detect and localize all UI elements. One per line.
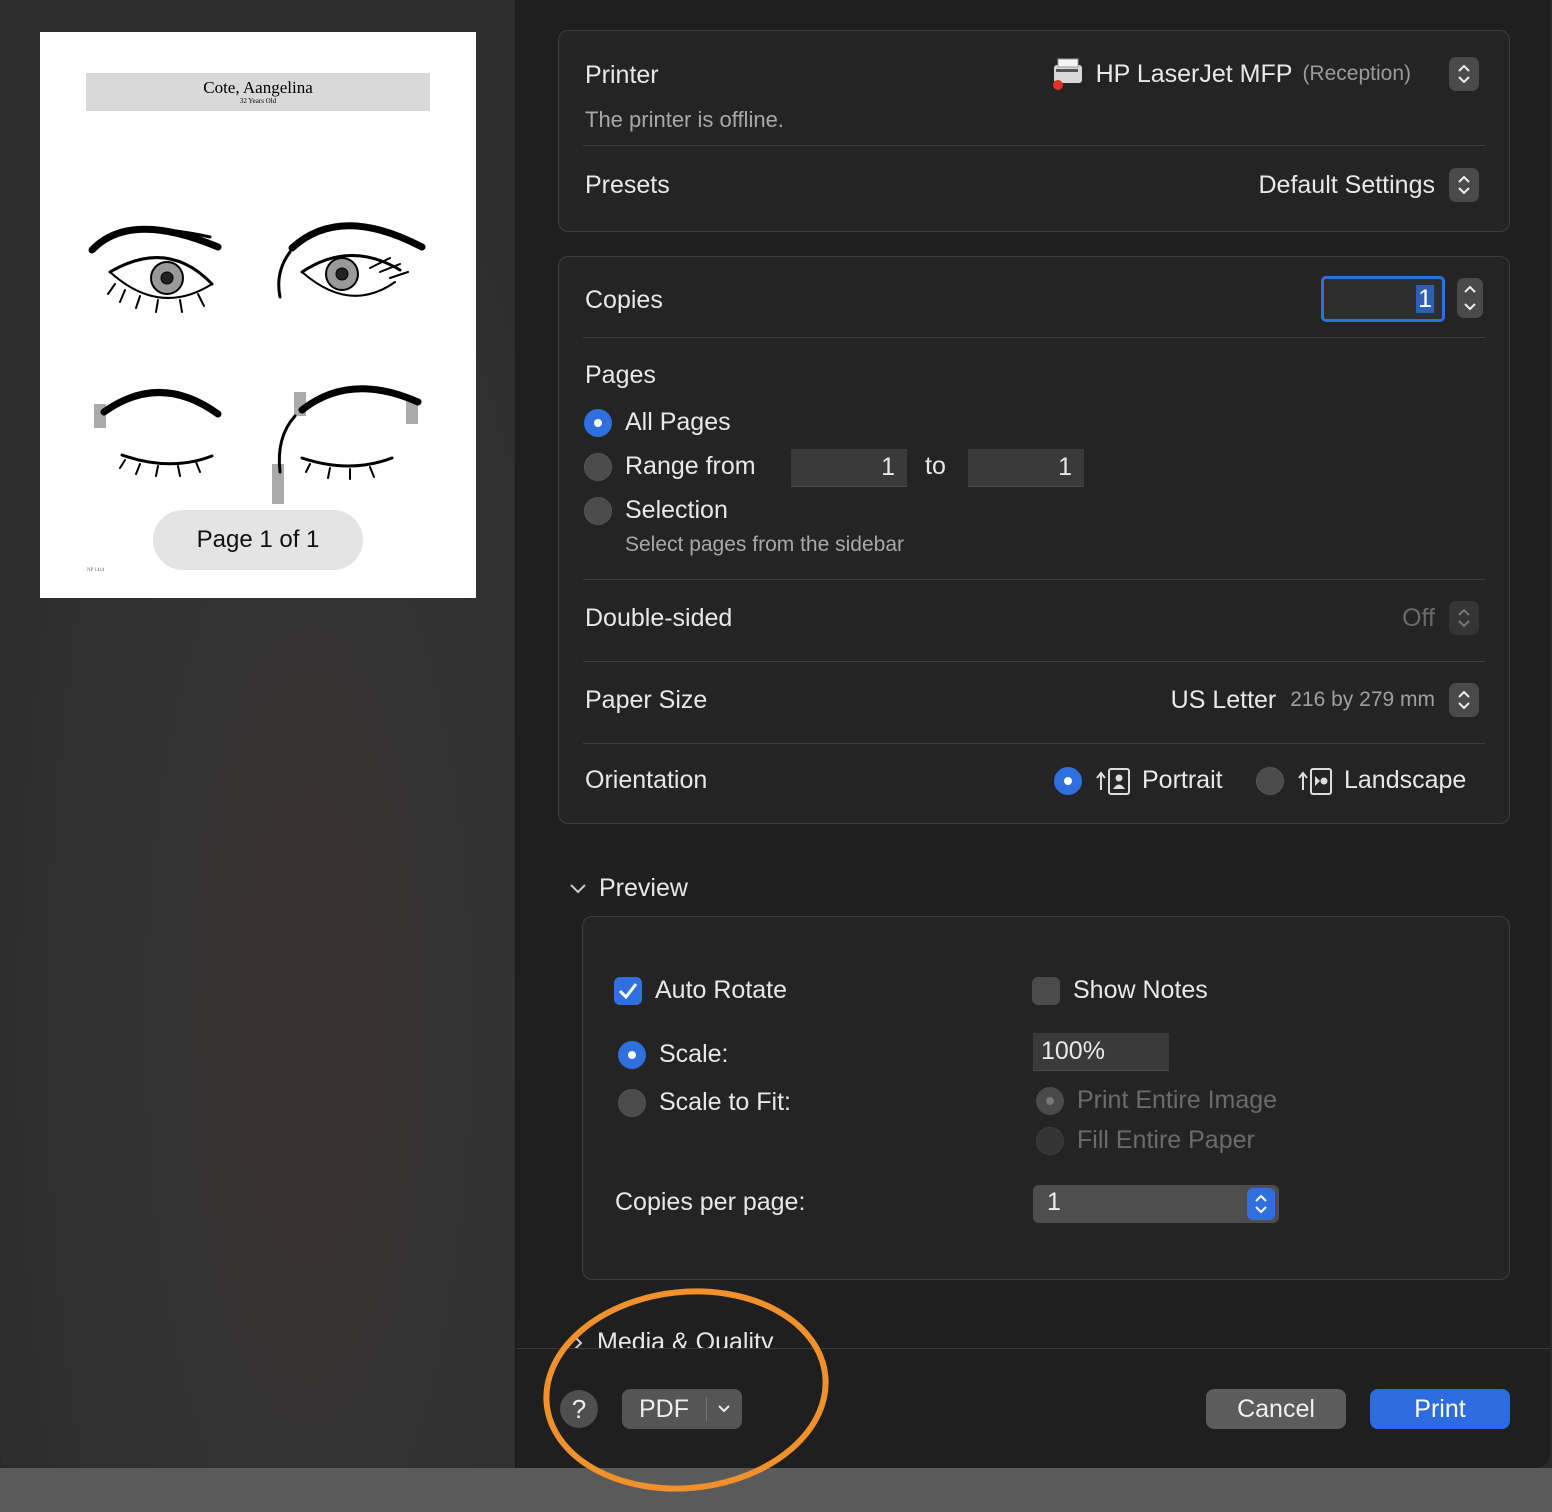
landscape-icon [1298, 768, 1332, 795]
copies-input[interactable]: 1 [1321, 276, 1445, 322]
chevron-down-icon [570, 883, 586, 893]
range-start-field[interactable]: 1 [791, 449, 907, 487]
orientation-label: Orientation [585, 766, 708, 794]
preview-header: Preview [599, 874, 688, 902]
printer-group: Printer HP LaserJet MFP (Reception) The … [558, 30, 1510, 232]
double-sided-popup[interactable]: Off [1402, 601, 1479, 635]
page-indicator: Page 1 of 1 [153, 510, 363, 570]
printer-status: The printer is offline. [585, 107, 784, 132]
divider [583, 337, 1485, 338]
media-quality-disclosure[interactable]: Media & Quality [571, 1328, 773, 1348]
paper-size-value: US Letter [1170, 685, 1277, 714]
presets-label: Presets [585, 171, 670, 199]
open-eye-right-illustration [277, 222, 426, 299]
print-button[interactable]: Print [1370, 1389, 1510, 1429]
presets-popup[interactable]: Default Settings [1258, 168, 1479, 202]
scale-field[interactable]: 100% [1033, 1033, 1169, 1071]
copies-label: Copies [585, 286, 663, 314]
presets-value: Default Settings [1258, 170, 1436, 199]
divider [583, 145, 1485, 146]
range-from-label[interactable]: Range from [625, 452, 756, 481]
pdf-label: PDF [639, 1394, 689, 1423]
open-eye-left-illustration [88, 225, 222, 313]
scale-radio[interactable] [618, 1041, 646, 1069]
scale-to-fit-radio[interactable] [618, 1089, 646, 1117]
print-dialog: Cote, Aangelina 32 Years Old NP 1414 Pag… [0, 0, 1550, 1468]
portrait-radio[interactable] [1054, 767, 1082, 795]
paper-size-popup[interactable]: US Letter 216 by 279 mm [1171, 683, 1479, 717]
media-quality-header: Media & Quality [597, 1328, 774, 1348]
scale-label[interactable]: Scale: [659, 1040, 728, 1069]
landscape-label[interactable]: Landscape [1344, 766, 1466, 795]
dialog-footer: ? PDF Cancel Print [517, 1348, 1550, 1468]
chevron-updown-icon [1247, 1188, 1275, 1220]
chevron-right-icon [573, 1334, 583, 1348]
print-entire-image-radio[interactable] [1036, 1087, 1064, 1115]
selection-label[interactable]: Selection [625, 496, 728, 525]
divider [583, 661, 1485, 662]
show-notes-label[interactable]: Show Notes [1073, 976, 1208, 1005]
preview-options-group: Auto Rotate Show Notes Scale: 100% Scale… [582, 916, 1510, 1280]
copies-per-page-label: Copies per page: [615, 1188, 806, 1216]
selection-hint: Select pages from the sidebar [625, 533, 904, 556]
copies-pages-group: Copies 1 Pages All Pages Range from 1 to… [558, 256, 1510, 824]
pages-label: Pages [585, 361, 656, 389]
stepper-arrows-icon [1464, 285, 1476, 311]
chevron-updown-icon [1449, 601, 1479, 635]
range-radio[interactable] [584, 453, 612, 481]
auto-rotate-label[interactable]: Auto Rotate [655, 976, 787, 1005]
copies-per-page-popup[interactable]: 1 [1033, 1185, 1279, 1223]
landscape-radio[interactable] [1256, 767, 1284, 795]
chevron-updown-icon [1449, 683, 1479, 717]
chevron-updown-icon [1449, 168, 1479, 202]
print-entire-image-label[interactable]: Print Entire Image [1077, 1086, 1277, 1115]
pdf-menu-button[interactable]: PDF [622, 1389, 742, 1429]
double-sided-value: Off [1402, 603, 1435, 632]
selection-radio[interactable] [584, 497, 612, 525]
fill-entire-paper-radio[interactable] [1036, 1127, 1064, 1155]
desktop-background [0, 1468, 1552, 1512]
portrait-icon [1096, 768, 1130, 795]
copies-per-page-value: 1 [1047, 1188, 1061, 1216]
cancel-button[interactable]: Cancel [1206, 1389, 1346, 1429]
printer-label: Printer [585, 61, 659, 89]
paper-size-label: Paper Size [585, 686, 708, 714]
double-sided-label: Double-sided [585, 604, 733, 632]
thumbnail-footer: NP 1414 [87, 568, 105, 573]
scale-to-fit-label[interactable]: Scale to Fit: [659, 1088, 791, 1117]
preview-disclosure[interactable]: Preview [569, 874, 688, 903]
portrait-label[interactable]: Portrait [1142, 766, 1223, 795]
divider [583, 579, 1485, 580]
chevron-updown-icon [1449, 57, 1479, 91]
help-button[interactable]: ? [560, 1390, 598, 1428]
printer-icon [1052, 58, 1082, 90]
copies-value: 1 [1416, 285, 1434, 313]
auto-rotate-checkbox[interactable] [614, 977, 642, 1005]
paper-size-dims: 216 by 279 mm [1290, 688, 1435, 711]
range-end-field[interactable]: 1 [968, 449, 1084, 487]
printer-name: HP LaserJet MFP [1095, 59, 1293, 88]
printer-location: (Reception) [1302, 62, 1411, 85]
all-pages-label[interactable]: All Pages [625, 408, 731, 437]
fill-entire-paper-label[interactable]: Fill Entire Paper [1077, 1126, 1255, 1155]
page-thumbnail-sidebar: Cote, Aangelina 32 Years Old NP 1414 Pag… [0, 0, 516, 1468]
show-notes-checkbox[interactable] [1032, 977, 1060, 1005]
all-pages-radio[interactable] [584, 409, 612, 437]
printer-popup[interactable]: HP LaserJet MFP (Reception) [1050, 57, 1479, 91]
chevron-down-icon [718, 1405, 730, 1413]
closed-eye-left-illustration [94, 389, 222, 477]
closed-eye-right-illustration [272, 385, 422, 504]
copies-stepper[interactable] [1457, 278, 1483, 318]
print-settings-panel: Printer HP LaserJet MFP (Reception) The … [517, 0, 1550, 1348]
divider [583, 743, 1485, 744]
range-to-label: to [925, 452, 946, 480]
checkmark-icon [618, 983, 638, 1000]
